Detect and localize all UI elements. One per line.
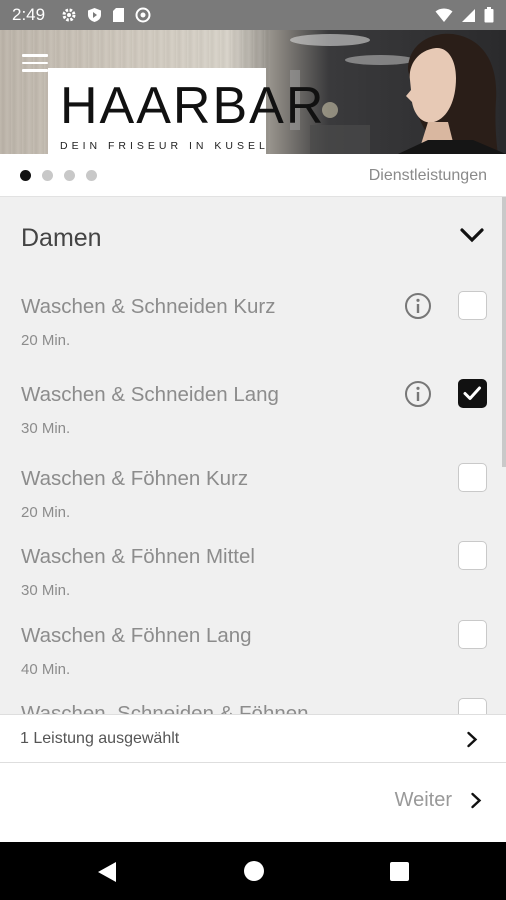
logo-subtitle: DEIN FRISEUR IN KUSEL (60, 140, 269, 152)
chevron-right-icon (471, 792, 482, 809)
battery-icon (484, 7, 494, 23)
signal-icon (462, 8, 475, 22)
chevron-right-icon (467, 731, 478, 748)
status-time: 2:49 (12, 5, 46, 24)
service-duration: 20 Min. (21, 332, 71, 349)
selection-summary-text: 1 Leistung ausgewählt (20, 730, 180, 747)
service-checkbox[interactable] (458, 463, 487, 492)
service-checkbox[interactable] (458, 291, 487, 320)
menu-icon (22, 54, 48, 57)
page-dot-1[interactable] (20, 170, 31, 181)
system-navigation-bar (0, 842, 506, 900)
checkmark-icon (463, 386, 481, 400)
info-icon[interactable] (404, 292, 432, 320)
logo-title: HAARBAR (60, 77, 326, 135)
list-item[interactable]: Waschen & Schneiden Kurz 20 Min. (0, 291, 506, 375)
back-icon[interactable] (96, 860, 118, 884)
page-dot-2[interactable] (42, 170, 53, 181)
scrollbar[interactable] (502, 197, 506, 467)
list-item[interactable]: Waschen, Schneiden & Föhnen (0, 698, 506, 714)
page-dot-4[interactable] (86, 170, 97, 181)
service-name: Waschen & Föhnen Kurz (21, 467, 249, 490)
footer: Weiter (0, 763, 506, 842)
service-checkbox-checked[interactable] (458, 379, 487, 408)
model-photo (398, 33, 506, 154)
category-title: Damen (21, 224, 102, 252)
service-checkbox[interactable] (458, 620, 487, 649)
status-bar: 2:49 (0, 0, 506, 30)
service-duration: 30 Min. (21, 582, 71, 599)
service-name: Waschen & Schneiden Lang (21, 383, 279, 406)
chevron-down-icon[interactable] (459, 227, 485, 245)
selection-summary[interactable]: 1 Leistung ausgewählt (0, 714, 506, 763)
info-icon[interactable] (404, 380, 432, 408)
next-button-label: Weiter (394, 789, 452, 811)
list-item[interactable]: Waschen & Föhnen Kurz 20 Min. (0, 463, 506, 547)
sd-card-icon (113, 8, 125, 22)
category-header-damen[interactable]: Damen (0, 197, 506, 279)
next-button[interactable]: Weiter (395, 789, 482, 812)
sync-icon (135, 7, 151, 23)
service-duration: 30 Min. (21, 420, 71, 437)
page-dots (20, 170, 97, 181)
service-duration: 20 Min. (21, 504, 71, 521)
service-name: Waschen & Föhnen Lang (21, 624, 252, 647)
recents-icon[interactable] (390, 862, 409, 881)
service-list[interactable]: Damen Waschen & Schneiden Kurz 20 Min. W… (0, 197, 506, 714)
home-icon[interactable] (244, 861, 264, 881)
service-name: Waschen & Föhnen Mittel (21, 545, 255, 568)
service-duration: 40 Min. (21, 661, 71, 678)
service-checkbox[interactable] (458, 541, 487, 570)
service-name: Waschen & Schneiden Kurz (21, 295, 276, 318)
service-checkbox[interactable] (458, 698, 487, 714)
wifi-icon (435, 8, 453, 22)
list-item[interactable]: Waschen & Föhnen Mittel 30 Min. (0, 541, 506, 625)
page-dot-3[interactable] (64, 170, 75, 181)
logo: HAARBAR DEIN FRISEUR IN KUSEL (48, 68, 326, 154)
list-item[interactable]: Waschen & Föhnen Lang 40 Min. (0, 620, 506, 704)
step-label: Dienstleistungen (368, 167, 487, 184)
step-indicator: Dienstleistungen (0, 154, 506, 197)
settings-icon (62, 8, 76, 22)
list-item[interactable]: Waschen & Schneiden Lang 30 Min. (0, 379, 506, 463)
shield-play-icon (88, 8, 102, 22)
service-name: Waschen, Schneiden & Föhnen (21, 702, 309, 714)
header-banner: HAARBAR DEIN FRISEUR IN KUSEL (0, 30, 506, 154)
menu-button[interactable] (22, 54, 48, 74)
